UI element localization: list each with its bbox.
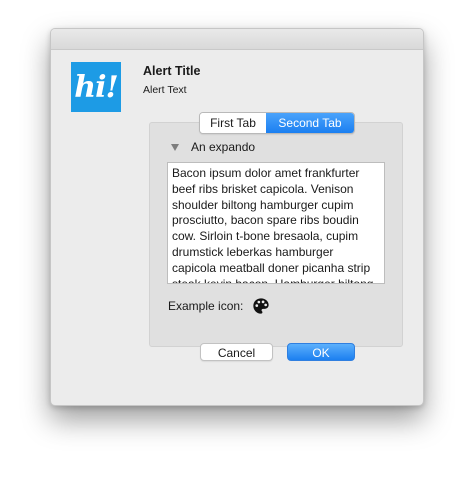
app-icon: hi! <box>71 62 121 112</box>
expando-label: An expando <box>191 140 256 154</box>
tab-bar: First Tab Second Tab <box>199 112 355 134</box>
disclosure-triangle-icon[interactable] <box>171 143 179 151</box>
alert-text: Alert Text <box>143 84 187 96</box>
text-area[interactable]: Bacon ipsum dolor amet frankfurter beef … <box>167 162 385 284</box>
cancel-button[interactable]: Cancel <box>200 343 273 361</box>
app-icon-text: hi! <box>74 69 118 105</box>
expando[interactable]: An expando <box>171 140 255 154</box>
ok-button[interactable]: OK <box>287 343 355 361</box>
palette-icon <box>253 298 270 314</box>
window-titlebar[interactable] <box>51 29 423 50</box>
example-icon-label: Example icon: <box>168 299 244 313</box>
tab-second[interactable]: Second Tab <box>266 113 354 133</box>
tab-first[interactable]: First Tab <box>200 113 266 133</box>
alert-title: Alert Title <box>143 64 201 78</box>
example-icon-row: Example icon: <box>168 297 270 315</box>
